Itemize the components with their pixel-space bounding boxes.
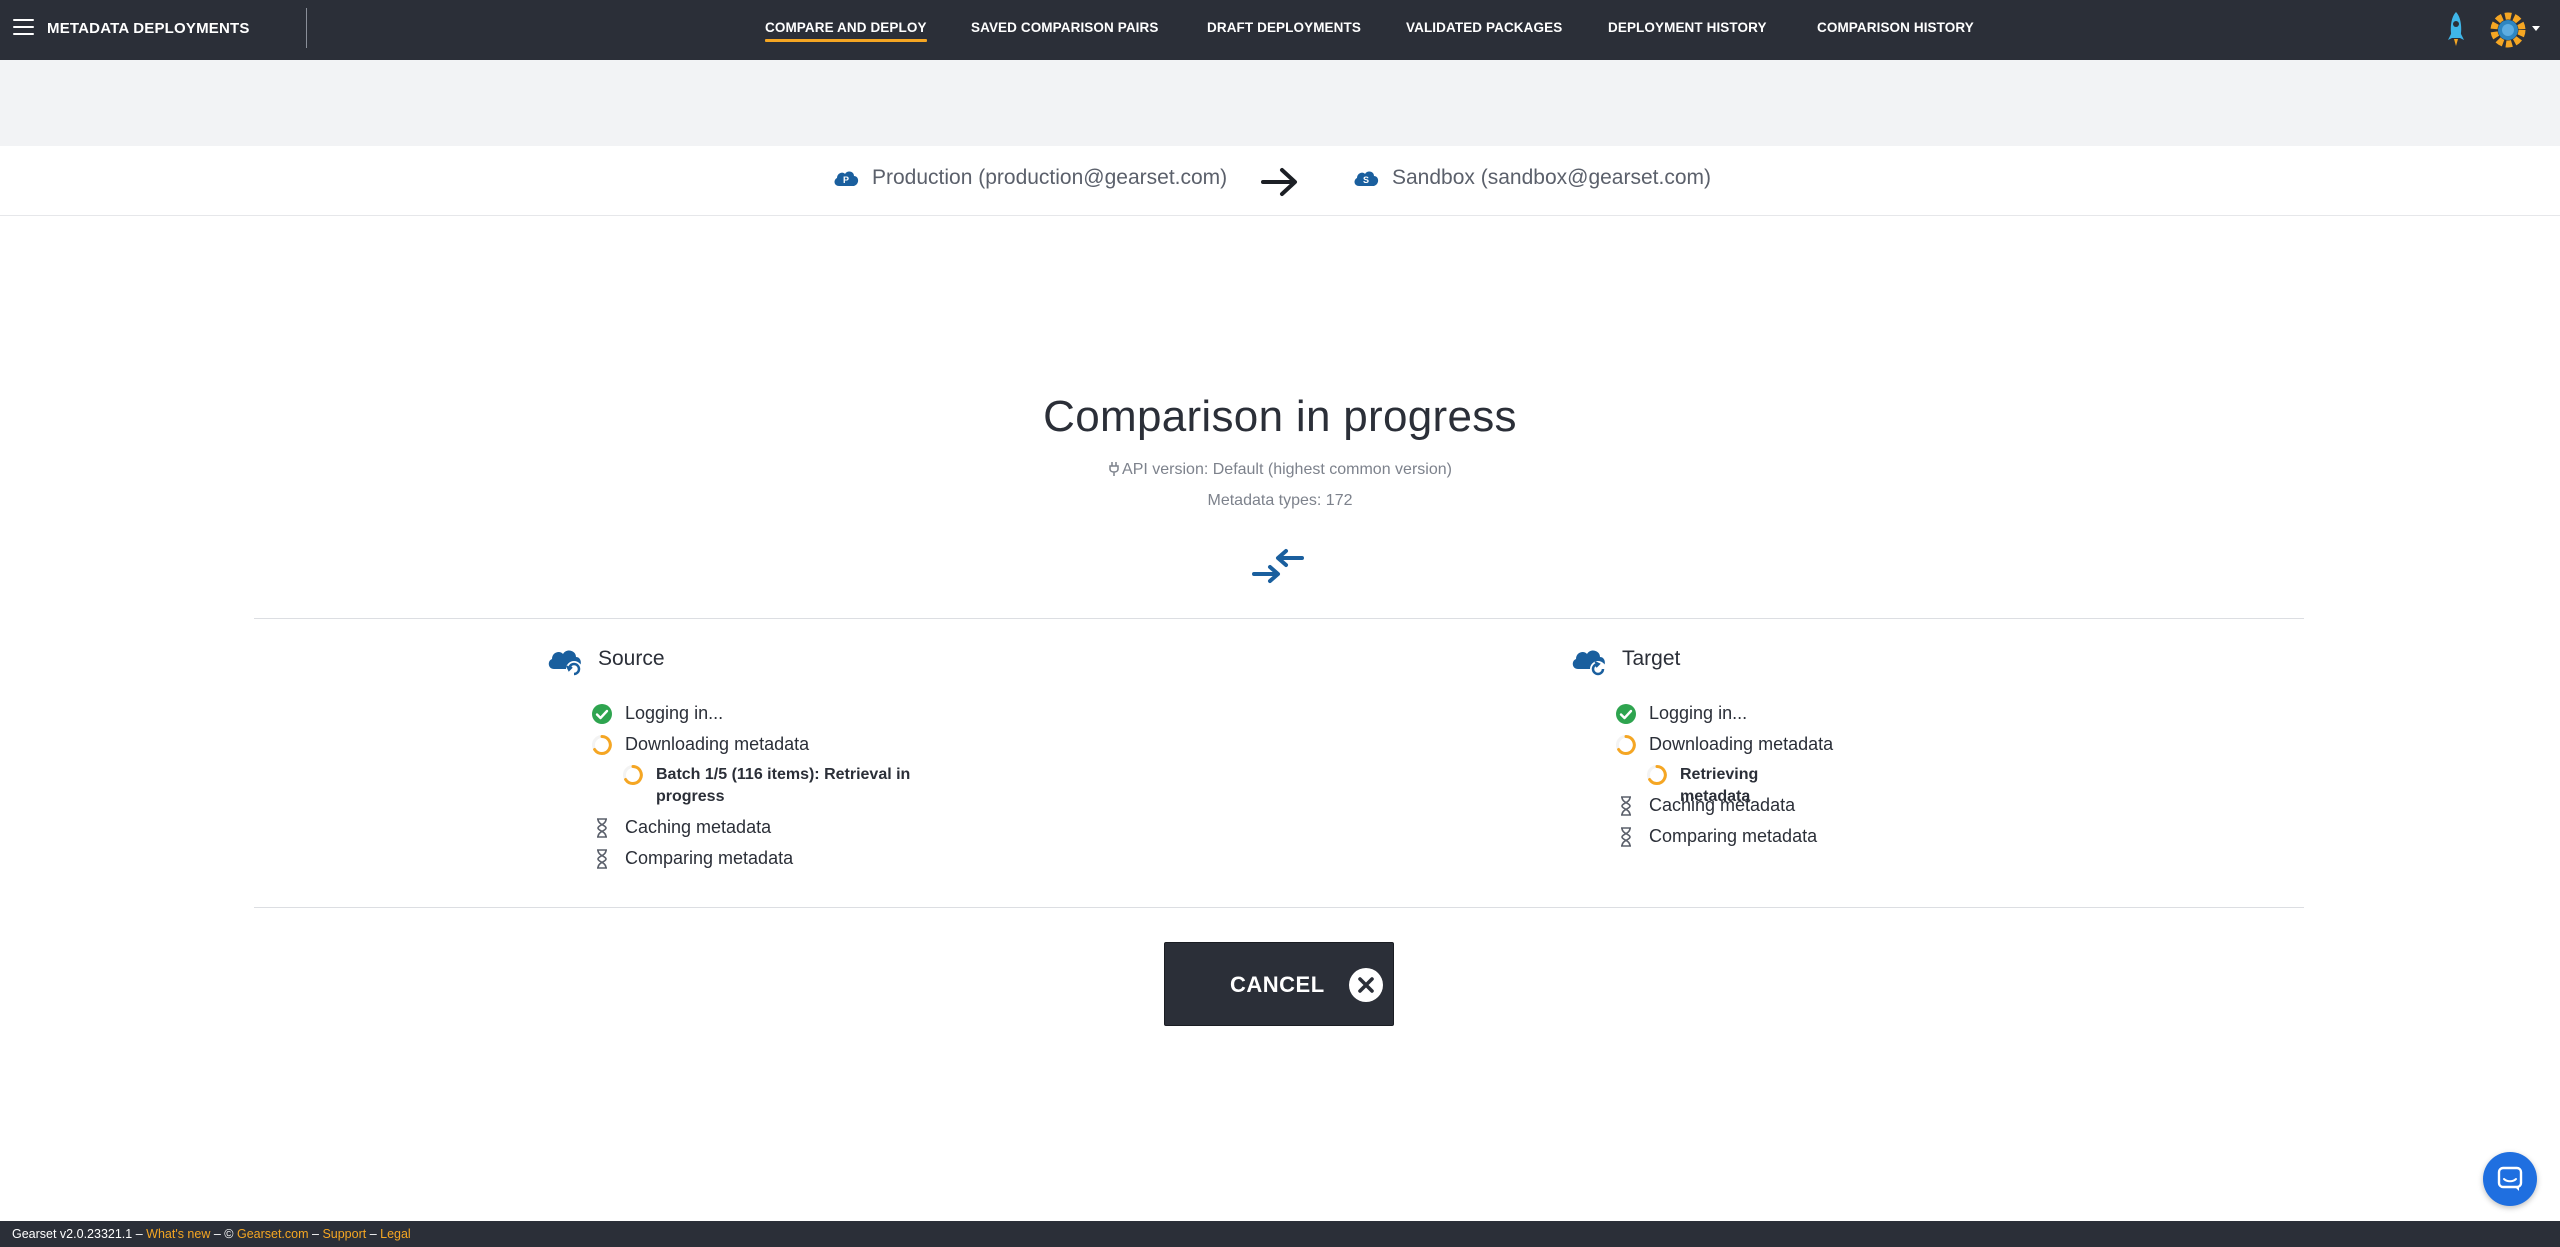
top-navbar: METADATA DEPLOYMENTS COMPARE AND DEPLOY … (0, 0, 2560, 60)
source-org: P Production (production@gearset.com) (832, 166, 1227, 190)
footer: Gearset v2.0.23321.1 – What's new – © Ge… (0, 1221, 2560, 1247)
chat-launcher-button[interactable] (2483, 1152, 2537, 1206)
salesforce-cloud-icon: P (834, 171, 859, 186)
arrow-right-icon (1261, 168, 1297, 196)
hourglass-icon (597, 818, 607, 838)
close-circle-icon (1349, 968, 1383, 1002)
target-org: S Sandbox (sandbox@gearset.com) (1352, 166, 1711, 190)
divider (254, 907, 2304, 908)
target-step-caching: Caching metadata (1615, 795, 1795, 817)
target-step-comparing: Comparing metadata (1615, 826, 1817, 848)
rocket-icon[interactable] (2446, 10, 2466, 50)
support-link[interactable]: Support (322, 1227, 366, 1241)
api-version: API version: Default (highest common ver… (0, 461, 2560, 479)
tab-draft-deployments[interactable]: DRAFT DEPLOYMENTS (1207, 20, 1361, 35)
hourglass-icon (1621, 827, 1631, 847)
whats-new-link[interactable]: What's new (146, 1227, 210, 1241)
chat-icon (2497, 1166, 2523, 1191)
target-panel-header: Target (1570, 645, 1680, 677)
source-panel-header: Source (546, 645, 665, 677)
hourglass-icon (597, 849, 607, 869)
spinner-icon (1616, 735, 1636, 755)
check-circle-icon (592, 704, 612, 724)
source-panel-label: Source (598, 647, 665, 670)
nav-tabs: COMPARE AND DEPLOY SAVED COMPARISON PAIR… (0, 0, 2560, 60)
page-title: Comparison in progress (1043, 392, 1517, 441)
gear-icon[interactable] (2488, 10, 2528, 50)
source-step-downloading: Downloading metadata (591, 734, 809, 756)
version-label: Gearset v2.0.23321.1 (12, 1227, 133, 1241)
plug-icon (1109, 462, 1119, 476)
target-org-label: Sandbox (sandbox@gearset.com) (1392, 166, 1711, 189)
cancel-button[interactable]: CANCEL (1164, 942, 1394, 1026)
target-panel-label: Target (1622, 647, 1681, 670)
tab-comparison-history[interactable]: COMPARISON HISTORY (1817, 20, 1974, 35)
tab-deployment-history[interactable]: DEPLOYMENT HISTORY (1608, 20, 1767, 35)
spinner-icon (1647, 765, 1667, 785)
source-step-comparing: Comparing metadata (591, 848, 793, 870)
spinner-icon (623, 765, 643, 785)
check-circle-icon (1616, 704, 1636, 724)
metadata-types-count: Metadata types: 172 (1207, 492, 1353, 509)
chevron-down-icon[interactable] (2532, 26, 2540, 31)
gearset-site-link[interactable]: Gearset.com (237, 1227, 309, 1241)
source-step-logging-in: Logging in... (591, 703, 723, 725)
compare-arrows-icon (1252, 549, 1304, 583)
copyright-symbol: © (224, 1227, 234, 1241)
legal-link[interactable]: Legal (380, 1227, 411, 1241)
source-org-label: Production (production@gearset.com) (872, 166, 1228, 189)
tab-compare-and-deploy[interactable]: COMPARE AND DEPLOY (765, 20, 927, 42)
tab-saved-comparison-pairs[interactable]: SAVED COMPARISON PAIRS (971, 20, 1158, 35)
target-step-logging-in: Logging in... (1615, 703, 1747, 725)
hourglass-icon (1621, 796, 1631, 816)
source-substep-batch: Batch 1/5 (116 items): Retrieval in prog… (622, 764, 942, 808)
svg-text:S: S (1363, 175, 1369, 185)
salesforce-cloud-icon: S (1354, 171, 1379, 186)
tab-validated-packages[interactable]: VALIDATED PACKAGES (1406, 20, 1562, 35)
target-step-downloading: Downloading metadata (1615, 734, 1833, 756)
divider (254, 618, 2304, 619)
toolbar-band (0, 60, 2560, 146)
cloud-sync-icon (1572, 650, 1606, 677)
svg-text:P: P (843, 175, 849, 185)
spinner-icon (592, 735, 612, 755)
cancel-button-label: CANCEL (1230, 972, 1325, 997)
cloud-sync-icon (548, 650, 582, 677)
source-step-caching: Caching metadata (591, 817, 771, 839)
